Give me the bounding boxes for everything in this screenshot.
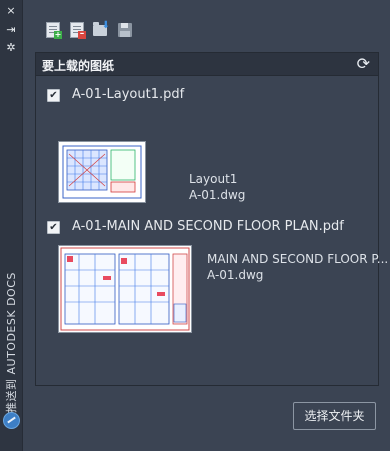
panel-header: 要上载的图纸 ⟳ bbox=[36, 53, 378, 76]
close-icon[interactable]: × bbox=[4, 5, 18, 17]
remove-sheets-icon[interactable]: – bbox=[68, 21, 86, 39]
item-layout: Layout1 bbox=[189, 172, 238, 186]
refresh-icon[interactable]: ⟳ bbox=[357, 55, 370, 73]
save-icon[interactable] bbox=[116, 21, 134, 39]
docked-sidebar: × ⇥ ✲ 推送到 AUTODESK DOCS bbox=[0, 0, 23, 451]
settings-icon[interactable]: ✲ bbox=[4, 42, 18, 54]
item-filename: A-01-MAIN AND SECOND FLOOR PLAN.pdf bbox=[72, 219, 344, 234]
toolbar: + – ⬇ bbox=[44, 21, 134, 41]
select-folder-button[interactable]: 选择文件夹 bbox=[293, 402, 376, 430]
sidebar-vertical-label: 推送到 AUTODESK DOCS bbox=[5, 272, 18, 413]
sheet-thumbnail bbox=[58, 245, 192, 333]
open-folder-icon[interactable]: ⬇ bbox=[92, 21, 110, 39]
pin-icon[interactable]: ⇥ bbox=[4, 24, 18, 36]
autodesk-logo-icon bbox=[3, 412, 20, 429]
item-dwg: A-01.dwg bbox=[189, 188, 246, 202]
item-filename: A-01-Layout1.pdf bbox=[72, 87, 185, 102]
sidebar-vertical-title: 推送到 AUTODESK DOCS bbox=[3, 193, 19, 413]
item-dwg: A-01.dwg bbox=[207, 268, 264, 282]
add-sheets-icon[interactable]: + bbox=[44, 21, 62, 39]
item-layout: MAIN AND SECOND FLOOR P... bbox=[207, 252, 389, 266]
item-checkbox[interactable]: ✔ bbox=[47, 221, 60, 234]
item-checkbox[interactable]: ✔ bbox=[47, 89, 60, 102]
sheets-to-upload-panel: 要上载的图纸 ⟳ ✔ A-01-Layout1.pdf Layout1 A-01… bbox=[35, 52, 388, 386]
panel-title: 要上载的图纸 bbox=[42, 59, 115, 73]
sheet-thumbnail bbox=[58, 141, 146, 203]
